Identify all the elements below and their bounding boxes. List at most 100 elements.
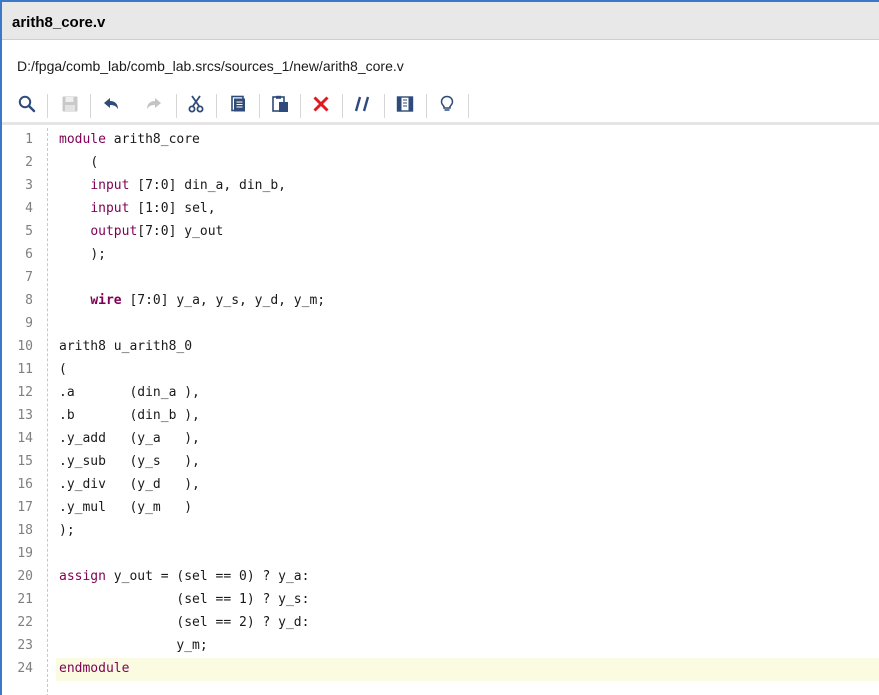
keyword: output (90, 224, 138, 239)
code-token: [1:0] sel, (129, 201, 216, 216)
code-line[interactable]: 11 ( (2, 359, 879, 382)
keyword: assign (59, 569, 106, 584)
redo-button[interactable] (143, 95, 165, 117)
code-token: [7:0] y_a, y_s, y_d, y_m; (121, 293, 326, 308)
toolbar-separator (216, 94, 217, 118)
current-line-highlight (56, 658, 879, 681)
code-line[interactable]: 19 (2, 543, 879, 566)
code-line[interactable]: 23 y_m; (2, 635, 879, 658)
code-line[interactable]: 13 .b (din_b ), (2, 405, 879, 428)
code-token: arith8_core (105, 132, 200, 147)
cut-button[interactable] (185, 94, 207, 117)
code-text: ); (59, 523, 75, 538)
code-line[interactable]: 2 ( (2, 152, 879, 175)
window-title: arith8_core.v (12, 14, 106, 31)
keyword: endmodule (59, 661, 130, 676)
code-text: arith8 u_arith8_0 (59, 339, 192, 354)
copy-button[interactable] (227, 95, 249, 117)
save-button[interactable] (59, 95, 81, 117)
delete-icon (312, 95, 330, 118)
code-text: assign y_out = (sel == 0) ? y_a: (59, 569, 309, 584)
code-text: (sel == 1) ? y_s: (59, 592, 309, 607)
toolbar-separator (259, 94, 260, 118)
code-token: arith8 u_arith8_0 (59, 339, 193, 354)
code-token: ); (90, 247, 106, 262)
code-text: y_m; (59, 638, 208, 653)
line-number: 22 (17, 615, 33, 630)
code-token: y_m; (176, 638, 208, 653)
line-number: 9 (25, 316, 33, 331)
undo-icon (102, 95, 120, 118)
code-line[interactable]: 15 .y_sub (y_s ), (2, 451, 879, 474)
code-line[interactable]: 5 output[7:0] y_out (2, 221, 879, 244)
line-number: 14 (17, 431, 33, 446)
search-button[interactable] (16, 95, 38, 117)
code-line[interactable]: 24 endmodule (2, 658, 879, 681)
save-icon (61, 95, 79, 118)
line-number: 6 (25, 247, 33, 262)
code-text: ( (59, 155, 98, 170)
line-number: 13 (17, 408, 33, 423)
code-line[interactable]: 12 .a (din_a ), (2, 382, 879, 405)
code-editor[interactable]: 1 module arith8_core 2 (3 input [7:0] din_… (2, 128, 879, 695)
code-token: y_out = (sel == 0) ? y_a: (105, 569, 310, 584)
toolbar-separator (342, 94, 343, 118)
code-line[interactable]: 6 ); (2, 244, 879, 267)
code-token: ( (90, 155, 99, 170)
code-token: (sel == 2) ? y_d: (176, 615, 310, 630)
code-line[interactable]: 14 .y_add (y_a ), (2, 428, 879, 451)
code-line[interactable]: 21 (sel == 1) ? y_s: (2, 589, 879, 612)
lightbulb-icon (438, 95, 456, 118)
code-line[interactable]: 9 (2, 313, 879, 336)
delete-button[interactable] (310, 95, 332, 117)
line-number: 8 (25, 293, 33, 308)
toolbar-separator (300, 94, 301, 118)
quick-fix-button[interactable] (436, 95, 458, 117)
code-line[interactable]: 20 assign y_out = (sel == 0) ? y_a: (2, 566, 879, 589)
toggle-comment-button[interactable] (352, 95, 374, 117)
line-number: 1 (25, 132, 33, 147)
code-line[interactable]: 17 .y_mul (y_m ) (2, 497, 879, 520)
code-line[interactable]: 10 arith8 u_arith8_0 (2, 336, 879, 359)
code-token: ( (59, 362, 67, 377)
code-line[interactable]: 3 input [7:0] din_a, din_b, (2, 175, 879, 198)
code-token: .y_sub (y_s ), (59, 454, 200, 469)
line-number: 17 (17, 500, 33, 515)
code-line[interactable]: 7 (2, 267, 879, 290)
code-token: [7:0] din_a, din_b, (129, 178, 286, 193)
undo-button[interactable] (100, 95, 122, 117)
code-token: .y_div (y_d ), (59, 477, 200, 492)
code-line[interactable]: 4 input [1:0] sel, (2, 198, 879, 221)
columns-button[interactable] (394, 95, 416, 117)
line-number: 24 (17, 661, 33, 676)
code-line[interactable]: 8 wire [7:0] y_a, y_s, y_d, y_m; (2, 290, 879, 313)
keyword: input (90, 201, 130, 216)
line-number: 23 (17, 638, 33, 653)
title-bar[interactable]: arith8_core.v (2, 2, 879, 40)
code-token: ); (59, 523, 75, 538)
code-text: .a (din_a ), (59, 385, 200, 400)
line-number: 12 (17, 385, 33, 400)
code-line[interactable]: 16 .y_div (y_d ), (2, 474, 879, 497)
editor-toolbar (2, 87, 879, 125)
code-text: input [7:0] din_a, din_b, (59, 178, 286, 193)
code-text: module arith8_core (59, 132, 200, 147)
code-text: (sel == 2) ? y_d: (59, 615, 309, 630)
code-line[interactable]: 18); (2, 520, 879, 543)
line-number: 15 (17, 454, 33, 469)
toolbar-separator (90, 94, 91, 118)
code-token: .a (din_a ), (59, 385, 200, 400)
line-number: 5 (25, 224, 33, 239)
paste-button[interactable] (269, 95, 291, 117)
code-line[interactable]: 1 module arith8_core (2, 129, 879, 152)
code-text: endmodule (59, 661, 129, 676)
keyword: input (90, 178, 130, 193)
line-number: 16 (17, 477, 33, 492)
code-text: .b (din_b ), (59, 408, 200, 423)
code-token: .b (din_b ), (59, 408, 200, 423)
code-line[interactable]: 22 (sel == 2) ? y_d: (2, 612, 879, 635)
toolbar-separator (47, 94, 48, 118)
editor-window: arith8_core.v D:/fpga/comb_lab/comb_lab.… (0, 0, 879, 695)
code-token: (sel == 1) ? y_s: (176, 592, 310, 607)
toolbar-separator (426, 94, 427, 118)
